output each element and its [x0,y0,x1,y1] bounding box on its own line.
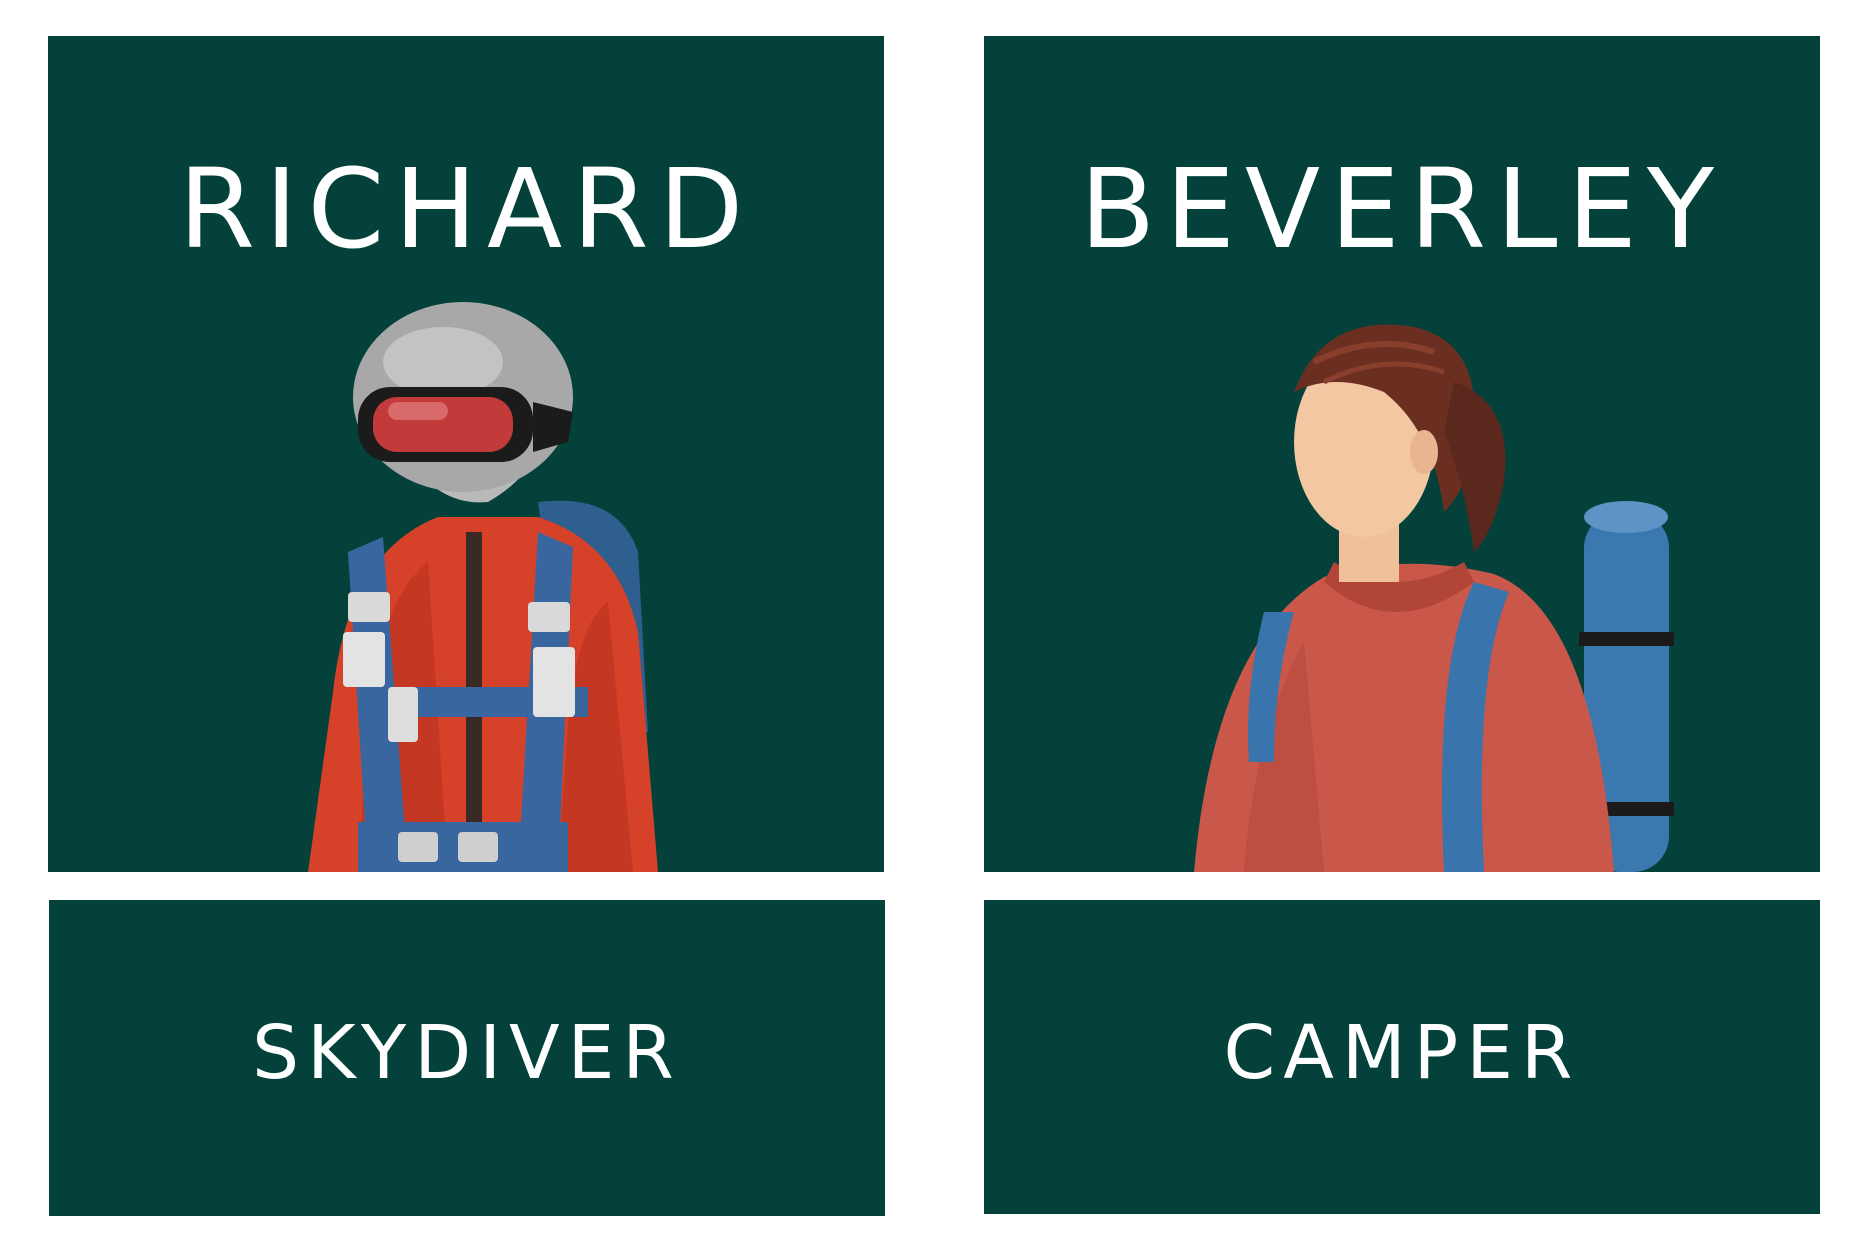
name-card-beverley: BEVERLEY [984,36,1820,872]
name-card-richard: RICHARD [48,36,884,872]
role-card-camper: CAMPER [984,900,1820,1214]
name-label: BEVERLEY [1079,145,1725,273]
role-label: CAMPER [1223,1010,1581,1096]
role-card-skydiver: SKYDIVER [49,900,885,1216]
role-label: SKYDIVER [252,1010,682,1096]
camper-figurine-image [1194,324,1674,872]
name-label: RICHARD [178,145,754,273]
skydiver-figurine-image [308,302,658,872]
